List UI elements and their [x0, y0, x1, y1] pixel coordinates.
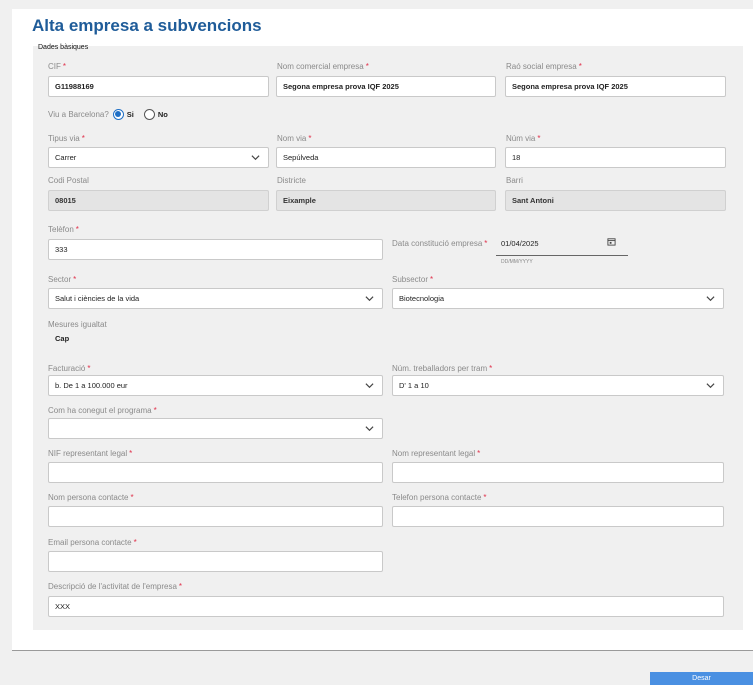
subsector-label: Subsector *	[392, 275, 434, 284]
tipus-via-value: Carrer	[55, 153, 77, 162]
calendar-icon[interactable]	[607, 237, 616, 246]
radio-no-label: No	[157, 109, 168, 119]
chevron-down-icon	[365, 383, 374, 389]
data-constitucio-field[interactable]: 01/04/2025	[501, 239, 539, 248]
nom-comercial-field[interactable]: Segona empresa prova IQF 2025	[276, 76, 496, 97]
data-constitucio-label: Data constitució empresa *	[392, 239, 488, 248]
form-panel	[33, 46, 743, 630]
viu-barcelona-group: Viu a Barcelona? Si No	[48, 107, 176, 121]
nom-contacte-field[interactable]	[48, 506, 383, 527]
nom-representant-label: Nom representant legal *	[392, 449, 481, 458]
descripcio-label: Descripció de l'activitat de l'empresa *	[48, 582, 183, 591]
nom-via-label: Nom via *	[277, 134, 312, 143]
nif-representant-label: NIF representant legal *	[48, 449, 133, 458]
num-via-label: Núm via *	[506, 134, 541, 143]
sector-label: Sector *	[48, 275, 77, 284]
rao-social-label: Raó social empresa *	[506, 62, 582, 71]
subsector-select[interactable]: Biotecnologia	[392, 288, 724, 309]
treballadors-label: Núm. treballadors per tram *	[392, 364, 493, 373]
facturacio-label: Facturació *	[48, 364, 91, 373]
radio-si[interactable]	[112, 108, 124, 120]
districte-label: Districte	[277, 176, 306, 185]
email-contacte-label: Email persona contacte *	[48, 538, 137, 547]
telefon-label: Telèfon *	[48, 225, 79, 234]
date-format-hint: DD/MM/YYYY	[501, 259, 533, 265]
chevron-down-icon	[706, 296, 715, 302]
com-conegut-label: Com ha conegut el programa *	[48, 406, 157, 415]
save-button[interactable]: Desar	[650, 672, 753, 685]
radio-no[interactable]	[143, 108, 155, 120]
rao-social-field[interactable]: Segona empresa prova IQF 2025	[505, 76, 726, 97]
cif-field[interactable]: G11988169	[48, 76, 269, 97]
tel-contacte-label: Telefon persona contacte *	[392, 493, 487, 502]
radio-si-label: Si	[126, 109, 134, 119]
section-title: Dades bàsiques	[38, 44, 89, 51]
chevron-down-icon	[251, 155, 260, 161]
nom-via-field[interactable]: Sepúlveda	[276, 147, 496, 168]
codi-postal-label: Codi Postal	[48, 176, 89, 185]
barri-label: Barri	[506, 176, 523, 185]
facturacio-select[interactable]: b. De 1 a 100.000 eur	[48, 375, 383, 396]
districte-field: Eixample	[276, 190, 496, 211]
sector-select[interactable]: Salut i ciències de la vida	[48, 288, 383, 309]
chevron-down-icon	[365, 296, 374, 302]
subsector-value: Biotecnologia	[399, 294, 445, 303]
viu-barcelona-label: Viu a Barcelona?	[48, 109, 109, 119]
com-conegut-select[interactable]	[48, 418, 383, 439]
sector-value: Salut i ciències de la vida	[55, 294, 140, 303]
treballadors-value: D' 1 a 10	[399, 381, 429, 390]
nom-representant-field[interactable]	[392, 462, 724, 483]
mesures-label: Mesures igualtat	[48, 320, 107, 329]
codi-postal-field: 08015	[48, 190, 269, 211]
nom-comercial-label: Nom comercial empresa *	[277, 62, 369, 71]
nif-representant-field[interactable]	[48, 462, 383, 483]
barri-field: Sant Antoni	[505, 190, 726, 211]
chevron-down-icon	[365, 426, 374, 432]
tel-contacte-field[interactable]	[392, 506, 724, 527]
email-contacte-field[interactable]	[48, 551, 383, 572]
facturacio-value: b. De 1 a 100.000 eur	[55, 381, 128, 390]
descripcio-field[interactable]: XXX	[48, 596, 724, 617]
tipus-via-label: Tipus via *	[48, 134, 85, 143]
nom-contacte-label: Nom persona contacte *	[48, 493, 134, 502]
tipus-via-select[interactable]: Carrer	[48, 147, 269, 168]
treballadors-select[interactable]: D' 1 a 10	[392, 375, 724, 396]
telefon-field[interactable]: 333	[48, 239, 383, 260]
page-title: Alta empresa a subvencions	[32, 16, 262, 35]
chevron-down-icon	[706, 383, 715, 389]
mesures-value: Cap	[55, 334, 70, 343]
num-via-field[interactable]: 18	[505, 147, 726, 168]
date-underline	[496, 255, 628, 256]
cif-label: CIF *	[48, 62, 67, 71]
footer-divider	[12, 650, 753, 651]
